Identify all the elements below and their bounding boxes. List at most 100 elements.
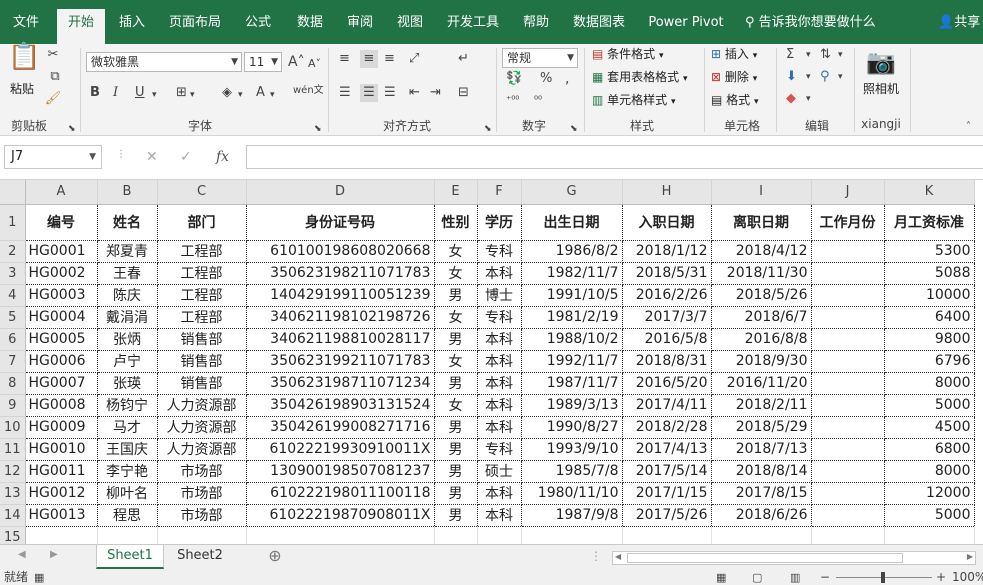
data-cell[interactable]: 女: [434, 262, 478, 285]
data-cell[interactable]: [811, 438, 885, 461]
data-cell[interactable]: 硕士: [477, 460, 522, 483]
data-cell[interactable]: 2018/4/12: [711, 240, 812, 263]
data-cell[interactable]: 专科: [477, 240, 522, 263]
macro-record-icon[interactable]: ▦: [34, 570, 44, 585]
row-header[interactable]: 12: [0, 460, 26, 483]
data-cell[interactable]: [811, 240, 885, 263]
data-cell[interactable]: 杨钧宁: [97, 394, 158, 417]
header-cell[interactable]: 编号: [25, 204, 98, 241]
data-cell[interactable]: 1993/9/10: [521, 438, 623, 461]
data-cell[interactable]: 340621198102198726: [246, 306, 435, 329]
data-cell[interactable]: 市场部: [157, 482, 247, 505]
data-cell[interactable]: 2016/2/26: [622, 284, 712, 307]
column-header-j[interactable]: J: [811, 180, 885, 205]
fill-icon[interactable]: ⬇: [786, 68, 797, 86]
sheet-tab-sheet1[interactable]: Sheet1: [96, 545, 164, 569]
column-header-f[interactable]: F: [477, 180, 522, 205]
grow-font-icon[interactable]: A˄: [288, 53, 305, 71]
empty-cell[interactable]: [521, 526, 623, 544]
zoom-slider-thumb[interactable]: [881, 572, 885, 583]
data-cell[interactable]: 2018/6/26: [711, 504, 812, 527]
data-cell[interactable]: 本科: [477, 482, 522, 505]
data-cell[interactable]: 5300: [884, 240, 975, 263]
shrink-font-icon[interactable]: A˅: [308, 55, 321, 73]
data-cell[interactable]: 2017/3/7: [622, 306, 712, 329]
data-cell[interactable]: 郑夏青: [97, 240, 158, 263]
data-cell[interactable]: 人力资源部: [157, 416, 247, 439]
data-cell[interactable]: 女: [434, 394, 478, 417]
column-header-i[interactable]: I: [711, 180, 812, 205]
font-size-combo[interactable]: 11 ▼: [244, 52, 282, 72]
data-cell[interactable]: 2018/5/29: [711, 416, 812, 439]
percent-button[interactable]: %: [540, 70, 552, 88]
data-cell[interactable]: 8000: [884, 372, 975, 395]
data-cell[interactable]: 2018/7/13: [711, 438, 812, 461]
data-cell[interactable]: 销售部: [157, 328, 247, 351]
normal-view-icon[interactable]: ▦: [716, 570, 726, 585]
camera-icon[interactable]: 📷: [866, 48, 896, 76]
chevron-down-icon[interactable]: ▾: [152, 86, 157, 104]
sort-filter-icon[interactable]: ⇅: [820, 46, 831, 64]
data-cell[interactable]: 6796: [884, 350, 975, 373]
data-cell[interactable]: [811, 394, 885, 417]
insert-cells-button[interactable]: ⊞ 插入 ▾: [711, 44, 757, 66]
data-cell[interactable]: HG0008: [25, 394, 98, 417]
data-cell[interactable]: 女: [434, 240, 478, 263]
row-header[interactable]: 8: [0, 372, 26, 395]
data-cell[interactable]: 2017/4/13: [622, 438, 712, 461]
header-cell[interactable]: 性别: [434, 204, 478, 241]
header-cell[interactable]: 工作月份: [811, 204, 885, 241]
data-cell[interactable]: 工程部: [157, 240, 247, 263]
cancel-icon[interactable]: ✕: [146, 149, 158, 165]
tab-formulas[interactable]: 公式: [236, 9, 280, 37]
data-cell[interactable]: 2018/8/14: [711, 460, 812, 483]
sheet-tab-sheet2[interactable]: Sheet2: [166, 545, 234, 569]
row-header[interactable]: 2: [0, 240, 26, 263]
data-cell[interactable]: 1987/9/8: [521, 504, 623, 527]
empty-cell[interactable]: [811, 526, 885, 544]
next-sheet-icon[interactable]: ▶: [50, 549, 58, 560]
row-header[interactable]: 3: [0, 262, 26, 285]
phonetic-guide-icon[interactable]: wén文: [293, 82, 324, 100]
data-cell[interactable]: 350623198211071783: [246, 262, 435, 285]
data-cell[interactable]: 销售部: [157, 372, 247, 395]
data-cell[interactable]: 350623198711071234: [246, 372, 435, 395]
insert-function-icon[interactable]: fx: [216, 149, 229, 165]
data-cell[interactable]: 王春: [97, 262, 158, 285]
data-cell[interactable]: 专科: [477, 438, 522, 461]
data-cell[interactable]: 2018/5/26: [711, 284, 812, 307]
data-cell[interactable]: 男: [434, 460, 478, 483]
data-cell[interactable]: 本科: [477, 504, 522, 527]
format-painter-icon[interactable]: 🖌: [44, 90, 62, 108]
decrease-indent-icon[interactable]: ⇤: [409, 84, 420, 102]
row-header[interactable]: 6: [0, 328, 26, 351]
data-cell[interactable]: 2017/4/11: [622, 394, 712, 417]
tab-power-pivot[interactable]: Power Pivot: [640, 9, 732, 37]
data-cell[interactable]: 陈庆: [97, 284, 158, 307]
data-cell[interactable]: 1980/11/10: [521, 482, 623, 505]
data-cell[interactable]: 王国庆: [97, 438, 158, 461]
data-cell[interactable]: 1990/8/27: [521, 416, 623, 439]
align-top-icon[interactable]: ≡: [339, 50, 350, 68]
tab-help[interactable]: 帮助: [514, 9, 558, 37]
chevron-down-icon[interactable]: ▾: [838, 46, 843, 64]
data-cell[interactable]: 工程部: [157, 284, 247, 307]
data-cell[interactable]: 2018/11/30: [711, 262, 812, 285]
data-cell[interactable]: 博士: [477, 284, 522, 307]
data-cell[interactable]: 2018/6/7: [711, 306, 812, 329]
tab-review[interactable]: 审阅: [338, 9, 382, 37]
data-cell[interactable]: 1991/10/5: [521, 284, 623, 307]
formula-input[interactable]: [246, 145, 983, 169]
data-cell[interactable]: 2018/2/11: [711, 394, 812, 417]
row-header[interactable]: 14: [0, 504, 26, 527]
data-cell[interactable]: 本科: [477, 394, 522, 417]
data-cell[interactable]: 5000: [884, 394, 975, 417]
data-cell[interactable]: 马才: [97, 416, 158, 439]
data-cell[interactable]: 1981/2/19: [521, 306, 623, 329]
data-cell[interactable]: HG0004: [25, 306, 98, 329]
data-cell[interactable]: 2018/9/30: [711, 350, 812, 373]
align-bottom-icon[interactable]: ≡: [384, 50, 395, 68]
chevron-down-icon[interactable]: ▾: [270, 86, 275, 104]
orientation-icon[interactable]: ⤢: [409, 50, 419, 68]
borders-icon[interactable]: ⊞: [176, 84, 187, 102]
